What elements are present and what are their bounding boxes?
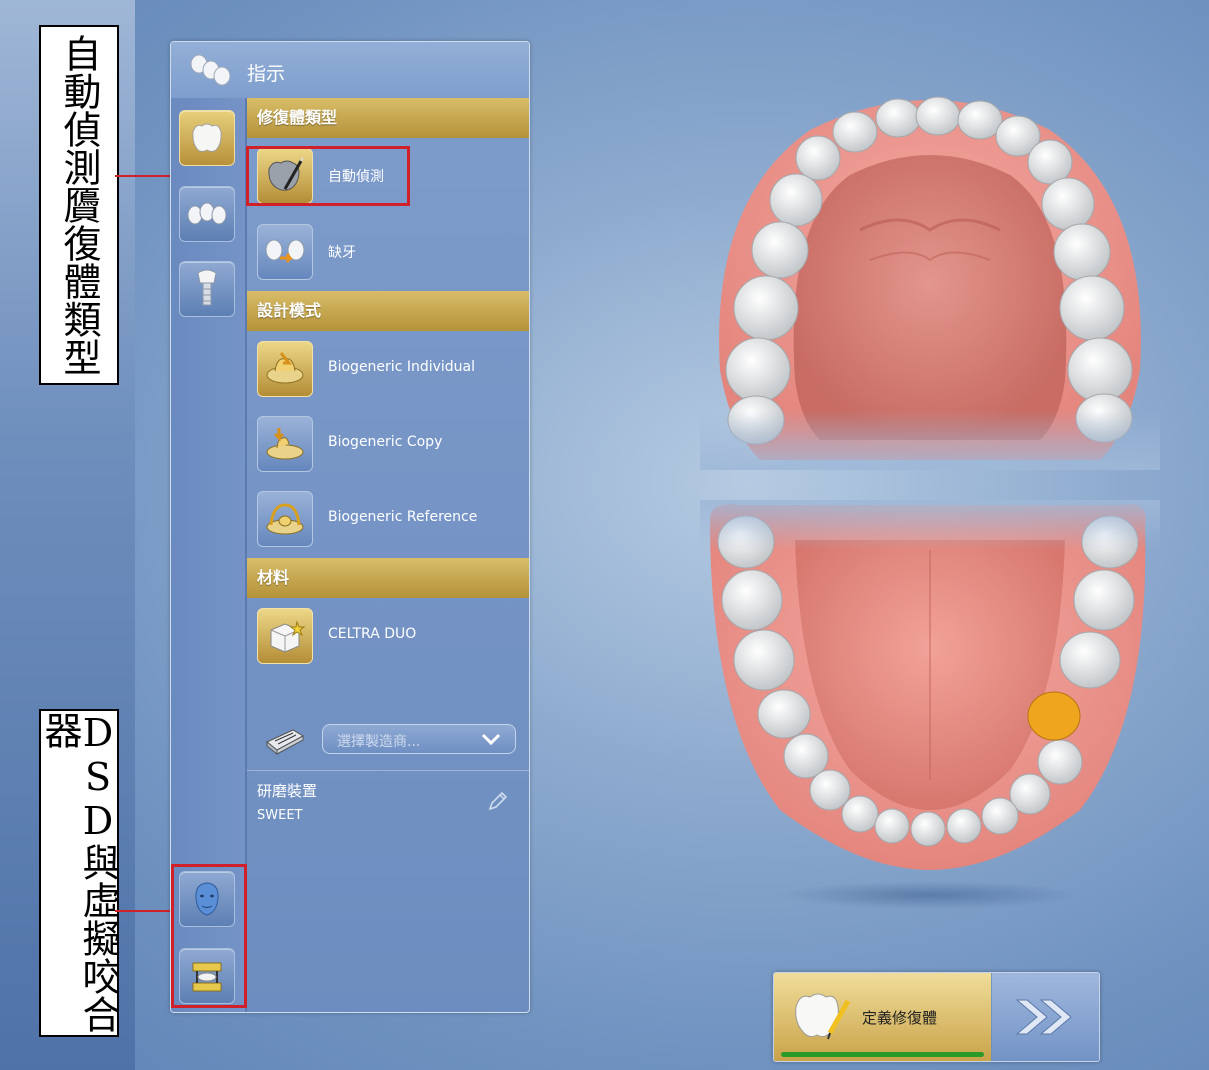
step-progress-bar (781, 1052, 984, 1057)
highlight-dsd-articulator (171, 864, 247, 1008)
double-chevron-right-icon (1015, 999, 1072, 1035)
chevron-down-icon (481, 733, 501, 746)
rail-bridge-button[interactable] (179, 186, 235, 242)
grinding-value: SWEET (257, 808, 303, 823)
material-block-icon (257, 608, 313, 664)
crown-pencil-icon (790, 987, 854, 1045)
implant-icon (197, 269, 217, 306)
crown-icon (192, 123, 222, 152)
item-biogeneric-individual[interactable]: Biogeneric Individual (247, 331, 529, 405)
item-label: CELTRA DUO (328, 626, 417, 642)
manufacturer-scanner-icon (263, 724, 307, 756)
bridge-icon (187, 202, 227, 225)
panel-header: 指示 (171, 42, 529, 99)
section-restoration-type: 修復體類型 (247, 98, 529, 138)
next-step-bar: 定義修復體 (773, 972, 1100, 1062)
annotation-dsd-articulator: DSD與虛擬咬合器 (38, 709, 120, 1037)
item-material-celtra-duo[interactable]: CELTRA DUO (247, 598, 529, 672)
next-step-button[interactable] (992, 973, 1099, 1061)
biogeneric-individual-icon (257, 341, 313, 397)
leader-line-bottom (115, 910, 171, 912)
highlight-auto-detect (246, 146, 410, 206)
bridge-teeth-icon (189, 50, 231, 90)
manufacturer-select-placeholder: 選擇製造商... (337, 734, 421, 750)
panel-content: 修復體類型 自動偵測 缺牙 設計模式 Biogeneric Individual… (247, 98, 529, 1012)
panel-title: 指示 (247, 63, 286, 85)
edit-pencil-icon[interactable] (487, 790, 509, 812)
item-biogeneric-copy[interactable]: Biogeneric Copy (247, 406, 529, 480)
missing-tooth-icon (257, 224, 313, 280)
item-label: 缺牙 (328, 245, 356, 261)
item-label: Biogeneric Copy (328, 434, 443, 450)
item-label: Biogeneric Individual (328, 359, 476, 375)
section-material: 材料 (247, 558, 529, 598)
selected-tooth-36[interactable] (1027, 691, 1081, 741)
annotation-auto-detect: 自動偵測贗復體類型 (39, 25, 119, 385)
lower-arch (700, 500, 1160, 870)
rail-implant-button[interactable] (179, 261, 235, 317)
item-missing-tooth[interactable]: 缺牙 (247, 214, 529, 288)
grinding-label: 研磨裝置 (257, 782, 318, 800)
item-label: Biogeneric Reference (328, 509, 478, 525)
divider (247, 770, 529, 771)
manufacturer-select[interactable]: 選擇製造商... (322, 724, 516, 754)
dental-arch-view[interactable] (700, 80, 1160, 920)
define-restoration-button[interactable]: 定義修復體 (774, 973, 991, 1061)
rail-crown-button[interactable] (179, 110, 235, 166)
biogeneric-copy-icon (257, 416, 313, 472)
define-restoration-label: 定義修復體 (862, 1009, 938, 1027)
biogeneric-reference-icon (257, 491, 313, 547)
item-biogeneric-reference[interactable]: Biogeneric Reference (247, 481, 529, 555)
section-design-mode: 設計模式 (247, 291, 529, 331)
arch-shadow (780, 881, 1080, 909)
upper-arch (700, 96, 1160, 470)
